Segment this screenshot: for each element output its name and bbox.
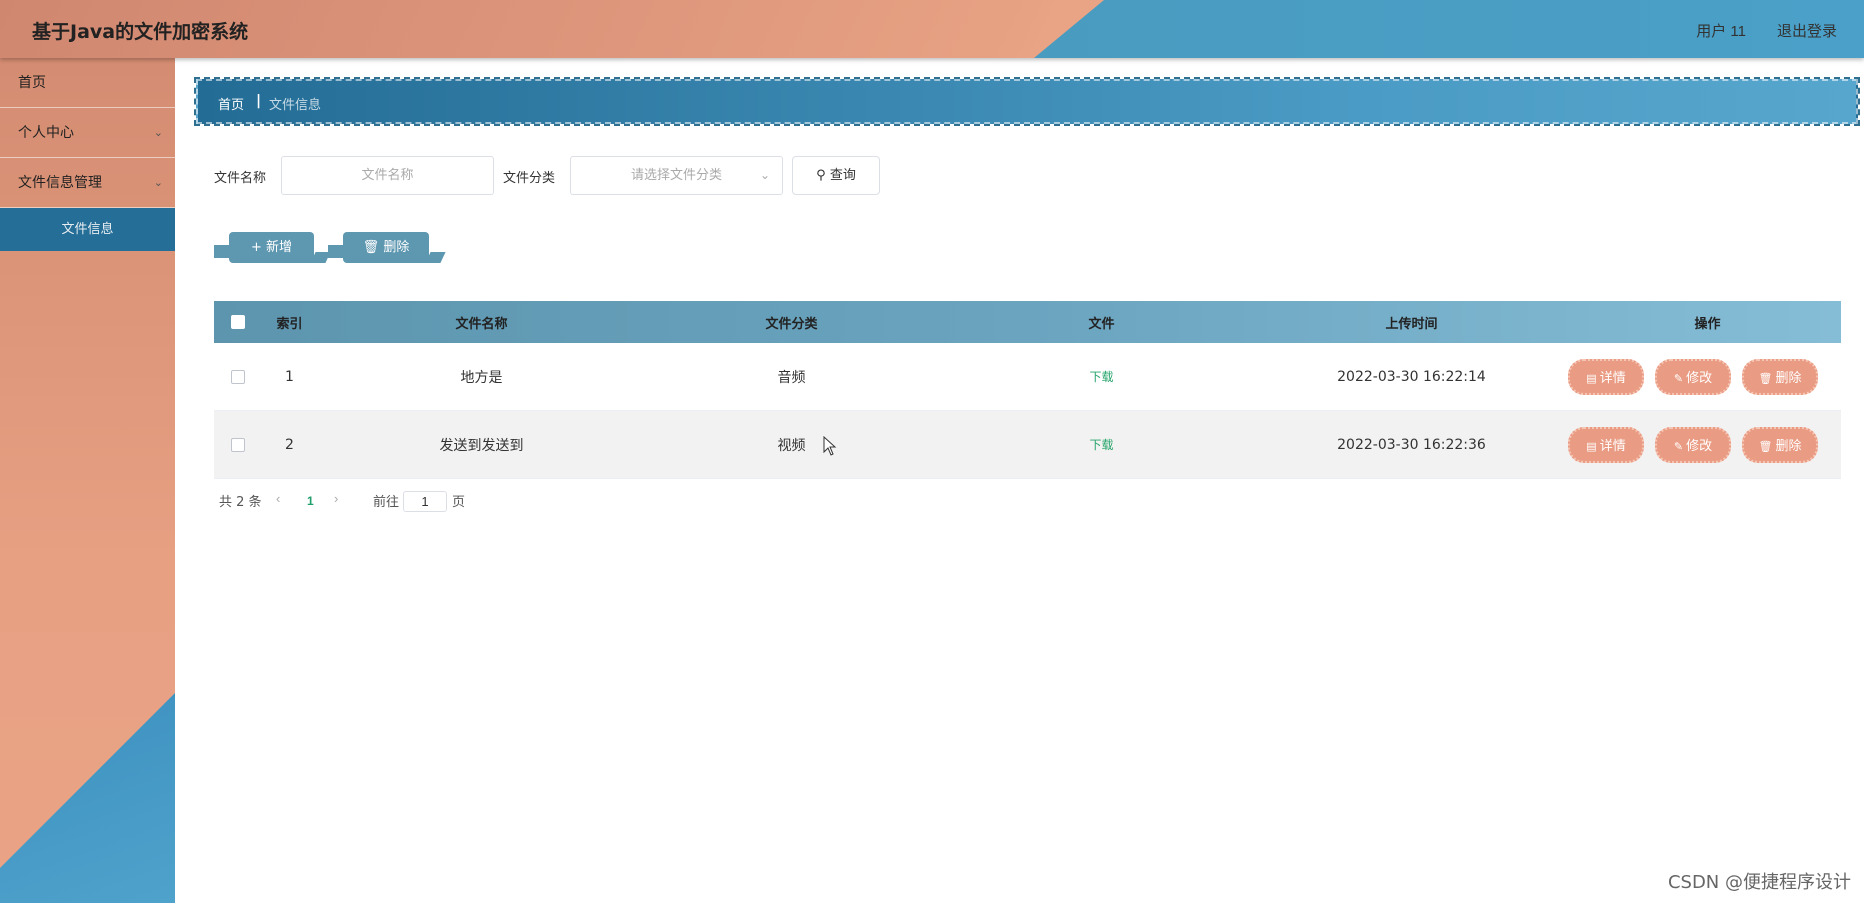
detail-button-label: 详情	[1599, 371, 1626, 386]
row-index: 2	[285, 436, 294, 453]
document-icon: ▤	[1586, 440, 1597, 453]
file-table: 索引 文件名称 文件分类 文件 上传时间 操作 1 地方是 音频 下载 2022…	[214, 301, 1841, 479]
sidebar-decoration	[0, 693, 175, 903]
sidebar-item-label: 首页	[18, 75, 46, 91]
row-category: 视频	[777, 437, 806, 454]
add-button[interactable]: + 新增	[214, 232, 314, 263]
query-button[interactable]: ⚲ 查询	[792, 156, 880, 195]
file-category-placeholder: 请选择文件分类	[630, 168, 722, 183]
trash-icon: 🗑	[1758, 372, 1773, 385]
column-header-name: 文件名称	[455, 316, 508, 332]
breadcrumb: 首页 | 文件信息	[194, 77, 1860, 126]
sidebar-item-label: 个人中心	[18, 125, 74, 141]
row-upload-time: 2022-03-30 16:22:14	[1337, 368, 1486, 385]
column-header-category: 文件分类	[765, 316, 818, 332]
pagination-current-page[interactable]: 1	[307, 494, 314, 508]
search-icon: ⚲	[816, 168, 826, 183]
chevron-down-icon: ⌄	[759, 168, 770, 182]
detail-button-label: 详情	[1599, 439, 1626, 454]
column-header-index: 索引	[276, 316, 303, 332]
delete-button[interactable]: 🗑 删除	[1742, 427, 1818, 463]
trash-icon: 🗑	[1758, 440, 1773, 453]
logout-link[interactable]: 退出登录	[1777, 20, 1837, 41]
pagination-goto-input[interactable]: 1	[403, 491, 447, 512]
row-upload-time: 2022-03-30 16:22:36	[1337, 436, 1486, 453]
pencil-icon: ✎	[1673, 372, 1684, 385]
pagination-goto-label: 前往	[373, 495, 400, 510]
edit-button[interactable]: ✎ 修改	[1655, 359, 1731, 395]
file-name-placeholder: 文件名称	[361, 168, 414, 183]
detail-button[interactable]: ▤ 详情	[1568, 359, 1644, 395]
current-user: 用户 11	[1696, 23, 1746, 40]
delete-button-label: 删除	[1775, 439, 1802, 454]
prev-page-icon[interactable]: ‹	[276, 491, 280, 506]
table-header: 索引 文件名称 文件分类 文件 上传时间 操作	[214, 301, 1841, 343]
file-category-select[interactable]: 请选择文件分类 ⌄	[570, 156, 783, 195]
batch-delete-button[interactable]: 🗑 删除	[328, 232, 429, 263]
row-checkbox[interactable]	[231, 369, 245, 384]
next-page-icon[interactable]: ›	[334, 491, 338, 506]
edit-button[interactable]: ✎ 修改	[1655, 427, 1731, 463]
delete-button-label: 删除	[1775, 371, 1802, 386]
column-header-actions: 操作	[1694, 316, 1721, 332]
plus-icon: +	[250, 240, 262, 255]
column-header-file: 文件	[1088, 316, 1115, 332]
row-checkbox[interactable]	[231, 437, 245, 452]
sidebar-item-personal-center[interactable]: 个人中心 ⌄	[0, 108, 175, 158]
table-row: 2 发送到发送到 视频 下载 2022-03-30 16:22:36 ▤ 详情 ✎…	[214, 411, 1841, 479]
sidebar-item-label: 文件信息管理	[18, 175, 102, 191]
file-category-label: 文件分类	[503, 171, 556, 186]
edit-button-label: 修改	[1686, 371, 1713, 386]
sidebar-item-file-management[interactable]: 文件信息管理 ⌄	[0, 158, 175, 208]
sidebar: 首页 个人中心 ⌄ 文件信息管理 ⌄ 文件信息	[0, 58, 175, 903]
breadcrumb-separator: |	[256, 93, 262, 109]
pagination-total: 共 2 条	[219, 495, 262, 510]
edit-button-label: 修改	[1686, 439, 1713, 454]
detail-button[interactable]: ▤ 详情	[1568, 427, 1644, 463]
pencil-icon: ✎	[1673, 440, 1684, 453]
chevron-down-icon: ⌄	[153, 126, 163, 139]
download-link[interactable]: 下载	[1089, 368, 1113, 385]
column-header-upload-time: 上传时间	[1385, 316, 1438, 332]
batch-delete-button-label: 删除	[383, 240, 410, 255]
row-file-name: 发送到发送到	[439, 437, 524, 454]
chevron-down-icon: ⌄	[153, 176, 163, 189]
add-button-label: 新增	[266, 240, 293, 255]
row-file-name: 地方是	[460, 369, 503, 386]
row-category: 音频	[777, 369, 806, 386]
file-name-label: 文件名称	[214, 171, 267, 186]
app-title: 基于Java的文件加密系统	[32, 21, 249, 43]
delete-button[interactable]: 🗑 删除	[1742, 359, 1818, 395]
mouse-cursor-icon	[823, 436, 837, 456]
table-row: 1 地方是 音频 下载 2022-03-30 16:22:14 ▤ 详情 ✎ 修改 …	[214, 343, 1841, 411]
select-all-checkbox[interactable]	[231, 315, 245, 329]
row-index: 1	[285, 368, 294, 385]
file-name-input[interactable]: 文件名称	[281, 156, 494, 195]
trash-icon: 🗑	[362, 240, 380, 255]
sidebar-item-home[interactable]: 首页	[0, 58, 175, 108]
breadcrumb-home[interactable]: 首页	[218, 94, 244, 113]
document-icon: ▤	[1586, 372, 1597, 385]
query-button-label: 查询	[829, 168, 856, 183]
pagination-page-suffix: 页	[452, 495, 466, 510]
breadcrumb-current: 文件信息	[269, 98, 322, 113]
sidebar-subitem-file-info[interactable]: 文件信息	[0, 208, 175, 251]
download-link[interactable]: 下载	[1089, 436, 1113, 453]
watermark: CSDN @便捷程序设计	[1667, 872, 1851, 893]
top-header: 基于Java的文件加密系统 用户 11 退出登录	[0, 0, 1864, 58]
